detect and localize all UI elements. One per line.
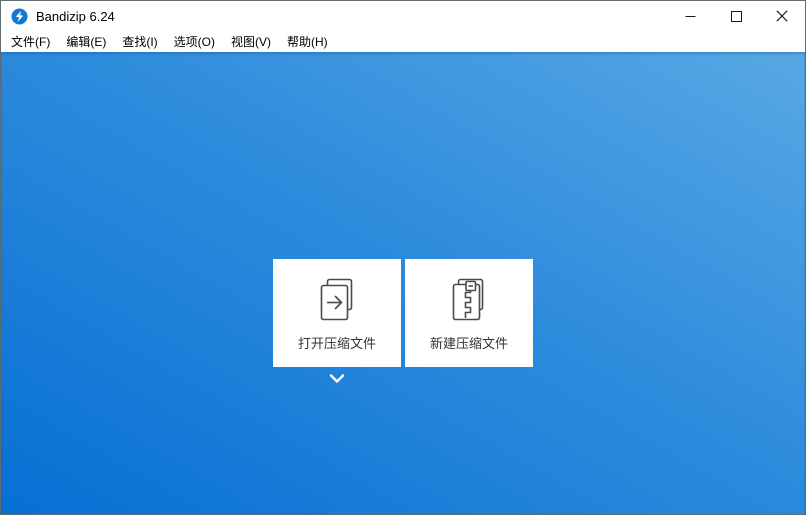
workspace: 打开压缩文件 新建压缩文件 [1, 52, 805, 514]
open-archive-label: 打开压缩文件 [297, 336, 376, 351]
titlebar[interactable]: Bandizip 6.24 [1, 1, 805, 31]
new-archive-button[interactable]: 新建压缩文件 [405, 259, 533, 367]
recent-files-expander[interactable] [328, 372, 346, 386]
menubar: 文件(F) 编辑(E) 查找(I) 选项(O) 视图(V) 帮助(H) [1, 31, 805, 52]
new-archive-label: 新建压缩文件 [429, 336, 508, 351]
maximize-icon [730, 10, 742, 22]
maximize-button[interactable] [713, 1, 759, 31]
close-button[interactable] [759, 1, 805, 31]
minimize-icon [685, 15, 695, 17]
window-title: Bandizip 6.24 [36, 8, 115, 24]
menu-item-help[interactable]: 帮助(H) [279, 31, 336, 53]
chevron-down-icon [329, 374, 345, 383]
close-icon [776, 10, 788, 22]
menu-item-view[interactable]: 视图(V) [223, 31, 279, 53]
new-archive-icon [452, 278, 484, 321]
minimize-button[interactable] [667, 1, 713, 31]
launcher-tiles: 打开压缩文件 新建压缩文件 [273, 259, 533, 367]
menu-item-edit[interactable]: 编辑(E) [58, 31, 114, 53]
open-archive-button[interactable]: 打开压缩文件 [273, 259, 401, 367]
menu-item-options[interactable]: 选项(O) [166, 31, 223, 53]
menu-item-file[interactable]: 文件(F) [3, 31, 58, 53]
menu-item-find[interactable]: 查找(I) [114, 31, 165, 53]
open-archive-icon [320, 278, 353, 321]
bandizip-logo-icon [11, 8, 28, 24]
bandizip-window: Bandizip 6.24 文件(F) 编辑(E) 查找(I) 选项(O) 视图… [0, 0, 806, 515]
